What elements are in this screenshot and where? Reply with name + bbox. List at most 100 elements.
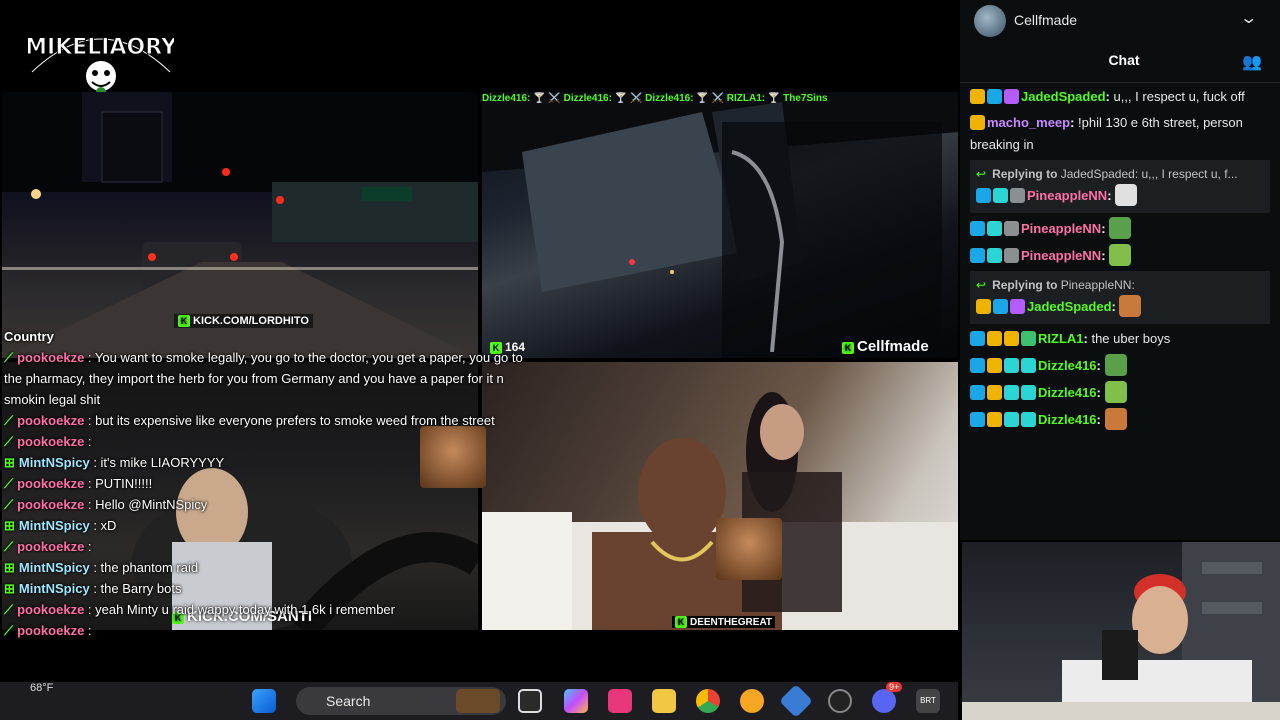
taskbar: 68°F Search 9+ BRT xyxy=(0,682,958,720)
chat-username[interactable]: PineappleNN xyxy=(1021,248,1101,263)
chat-username[interactable]: PineappleNN xyxy=(1027,188,1107,203)
slash-icon: ⟋ xyxy=(4,434,14,449)
overlay-chat-line: ⟋ pookoekze : PUTIN!!!!! xyxy=(4,473,524,494)
chat-username[interactable]: Dizzle416 xyxy=(1038,412,1097,427)
badge-icon xyxy=(987,331,1002,346)
overlay-chat-text: : xD xyxy=(89,518,117,533)
badge-icon xyxy=(1021,385,1036,400)
emote-icon xyxy=(1109,217,1132,239)
chat-username[interactable]: Dizzle416 xyxy=(1038,358,1097,373)
overlay-chat-user: pookoekze xyxy=(17,539,85,554)
overlay-chat-text: : Hello @MintNSpicy xyxy=(84,497,208,512)
chat-text: u,,, I respect u, fuck off xyxy=(1113,89,1245,104)
chat-username[interactable]: JadedSpaded xyxy=(1027,299,1112,314)
settings-sun-icon[interactable] xyxy=(740,689,764,713)
brt-icon[interactable]: BRT xyxy=(916,689,940,713)
subscriber-badge-icon: ⊞ xyxy=(4,581,15,596)
paint-icon[interactable] xyxy=(608,689,632,713)
emote-icon xyxy=(1109,244,1132,266)
logo-text: MIKELIAORY xyxy=(28,35,174,60)
weather-widget[interactable]: 68°F xyxy=(30,682,53,694)
overlay-chat-line: ⟋ pookoekze : xyxy=(4,536,524,557)
chrome-icon[interactable] xyxy=(696,689,720,713)
chat-message[interactable]: Dizzle416: xyxy=(970,408,1270,431)
chat-text: the uber boys xyxy=(1091,331,1171,346)
overlay-chat-line: ⟋ pookoekze : Hello @MintNSpicy xyxy=(4,494,524,515)
overlay-chat-text: : PUTIN!!!!! xyxy=(84,476,153,491)
chat-message[interactable]: JadedSpaded: xyxy=(976,295,1264,318)
channel-tag: Cellfmade xyxy=(857,338,929,355)
chat-message[interactable]: PineappleNN: xyxy=(970,217,1270,240)
slash-icon: ⟋ xyxy=(4,476,14,491)
reply-target: PineappleNN: xyxy=(1060,278,1135,292)
task-view-icon[interactable] xyxy=(518,689,542,713)
badge-icon xyxy=(993,299,1008,314)
reply-label: Replying to xyxy=(992,278,1058,292)
overlay-chat-line: ⊞ MintNSpicy : it's mike LIAORYYYY xyxy=(4,452,524,473)
stream-bottom-right: K DEENTHEGREAT xyxy=(482,362,958,630)
badge-icon xyxy=(970,412,985,427)
badge-icon xyxy=(993,188,1008,203)
chevron-down-icon[interactable]: ⌄ xyxy=(1239,8,1258,28)
room-scene xyxy=(482,392,958,630)
overlay-chat-text: : xyxy=(84,434,92,449)
divider xyxy=(960,82,1280,83)
reply-context[interactable]: ↩ Replying to PineappleNN: xyxy=(976,275,1264,295)
copilot-icon[interactable] xyxy=(564,689,588,713)
badge-icon xyxy=(1004,248,1019,263)
app-icon[interactable] xyxy=(779,684,813,718)
badge-icon xyxy=(970,358,985,373)
chat-username[interactable]: JadedSpaded xyxy=(1021,89,1106,104)
discord-icon[interactable] xyxy=(872,689,896,713)
obs-icon[interactable] xyxy=(828,689,852,713)
chat-message[interactable]: PineappleNN: xyxy=(976,184,1264,207)
search-highlight-icon[interactable] xyxy=(456,689,500,713)
channel-logo: MIKELIAORY xyxy=(28,35,174,97)
file-explorer-icon[interactable] xyxy=(652,689,676,713)
badge-icon xyxy=(1010,299,1025,314)
chat-username[interactable]: PineappleNN xyxy=(1021,221,1101,236)
chat-username[interactable]: RIZLA1 xyxy=(1038,331,1084,346)
overlay-chat-text: : the phantom raid xyxy=(89,560,199,575)
windows-start-icon[interactable] xyxy=(252,689,276,713)
badge-icon xyxy=(970,248,985,263)
overlay-chat-line: ⊞ MintNSpicy : xD xyxy=(4,515,524,536)
emote-face xyxy=(716,518,782,580)
notification-badge: 9+ xyxy=(886,682,903,692)
badge-icon xyxy=(987,248,1002,263)
stream-ticker: Dizzle416: 🍸 ⚔️ Dizzle416: 🍸 ⚔️ Dizzle41… xyxy=(482,93,828,104)
overlay-chat-user: pookoekze xyxy=(17,434,85,449)
badge-icon xyxy=(1004,221,1019,236)
chat-message[interactable]: PineappleNN: xyxy=(970,244,1270,267)
badge-icon xyxy=(1010,188,1025,203)
overlay-chat-user: MintNSpicy xyxy=(18,560,90,575)
chat-message[interactable]: Dizzle416: xyxy=(970,354,1270,377)
chat-username[interactable]: Dizzle416 xyxy=(1038,385,1097,400)
users-icon[interactable]: 👥 xyxy=(1242,52,1262,72)
reply-message[interactable]: ↩ Replying to PineappleNN: JadedSpaded: xyxy=(970,271,1270,324)
chat-message[interactable]: RIZLA1: the uber boys xyxy=(970,328,1270,350)
chat-message[interactable]: macho_meep: !phil 130 e 6th street, pers… xyxy=(970,112,1270,156)
emote-icon xyxy=(1104,354,1127,376)
channel-name[interactable]: Cellfmade xyxy=(1014,12,1077,28)
slash-icon: ⟋ xyxy=(4,539,14,554)
overlay-chat-user: MintNSpicy xyxy=(18,518,90,533)
badge-icon xyxy=(1004,89,1019,104)
chat-message[interactable]: Dizzle416: xyxy=(970,381,1270,404)
badge-icon xyxy=(1004,331,1019,346)
chat-message[interactable]: JadedSpaded: u,,, I respect u, fuck off xyxy=(970,86,1270,108)
subscriber-badge-icon: ⊞ xyxy=(4,455,15,470)
overlay-chat-line: ⟋ pookoekze : xyxy=(4,431,524,452)
reply-context[interactable]: ↩ Replying to JadedSpaded: u,,, I respect… xyxy=(976,164,1264,184)
badge-icon xyxy=(1004,385,1019,400)
chat-username[interactable]: macho_meep xyxy=(987,115,1070,130)
reply-message[interactable]: ↩ Replying to JadedSpaded: u,,, I respect… xyxy=(970,160,1270,213)
avatar[interactable] xyxy=(974,5,1006,37)
emote-icon xyxy=(1104,381,1127,403)
overlay-chat-user: MintNSpicy xyxy=(18,455,90,470)
emote-icon xyxy=(1104,408,1127,430)
badge-icon xyxy=(970,331,985,346)
chat-messages[interactable]: JadedSpaded: u,,, I respect u, fuck off m… xyxy=(970,86,1270,540)
chat-header[interactable]: Cellfmade ⌄ xyxy=(960,0,1280,42)
reply-label: Replying to xyxy=(992,167,1058,181)
